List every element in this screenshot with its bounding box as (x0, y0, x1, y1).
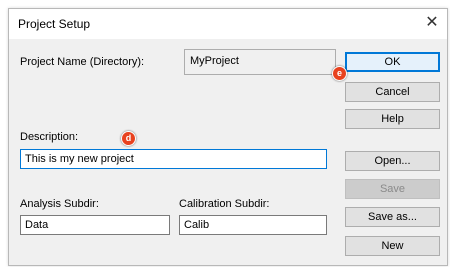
ok-button[interactable]: OK (345, 52, 440, 72)
annotation-marker-e: e (332, 66, 347, 81)
calibration-subdir-label: Calibration Subdir: (179, 198, 270, 210)
project-name-field: MyProject (184, 49, 336, 75)
new-button[interactable]: New (345, 236, 440, 256)
save-as-button[interactable]: Save as... (345, 207, 440, 227)
close-icon[interactable]: ✕ (417, 9, 447, 39)
description-input[interactable] (20, 149, 327, 169)
cancel-button[interactable]: Cancel (345, 82, 440, 102)
annotation-marker-d: d (121, 131, 136, 146)
open-button[interactable]: Open... (345, 151, 440, 171)
title-bar: Project Setup ✕ (9, 9, 447, 39)
project-setup-dialog: Project Setup ✕ Project Name (Directory)… (8, 8, 448, 266)
dialog-title: Project Setup (18, 17, 91, 31)
calibration-subdir-input[interactable] (179, 215, 327, 235)
analysis-subdir-input[interactable] (20, 215, 170, 235)
save-button: Save (345, 179, 440, 199)
project-name-label: Project Name (Directory): (20, 56, 145, 68)
description-label: Description: (20, 131, 79, 143)
analysis-subdir-label: Analysis Subdir: (20, 198, 99, 210)
help-button[interactable]: Help (345, 109, 440, 129)
